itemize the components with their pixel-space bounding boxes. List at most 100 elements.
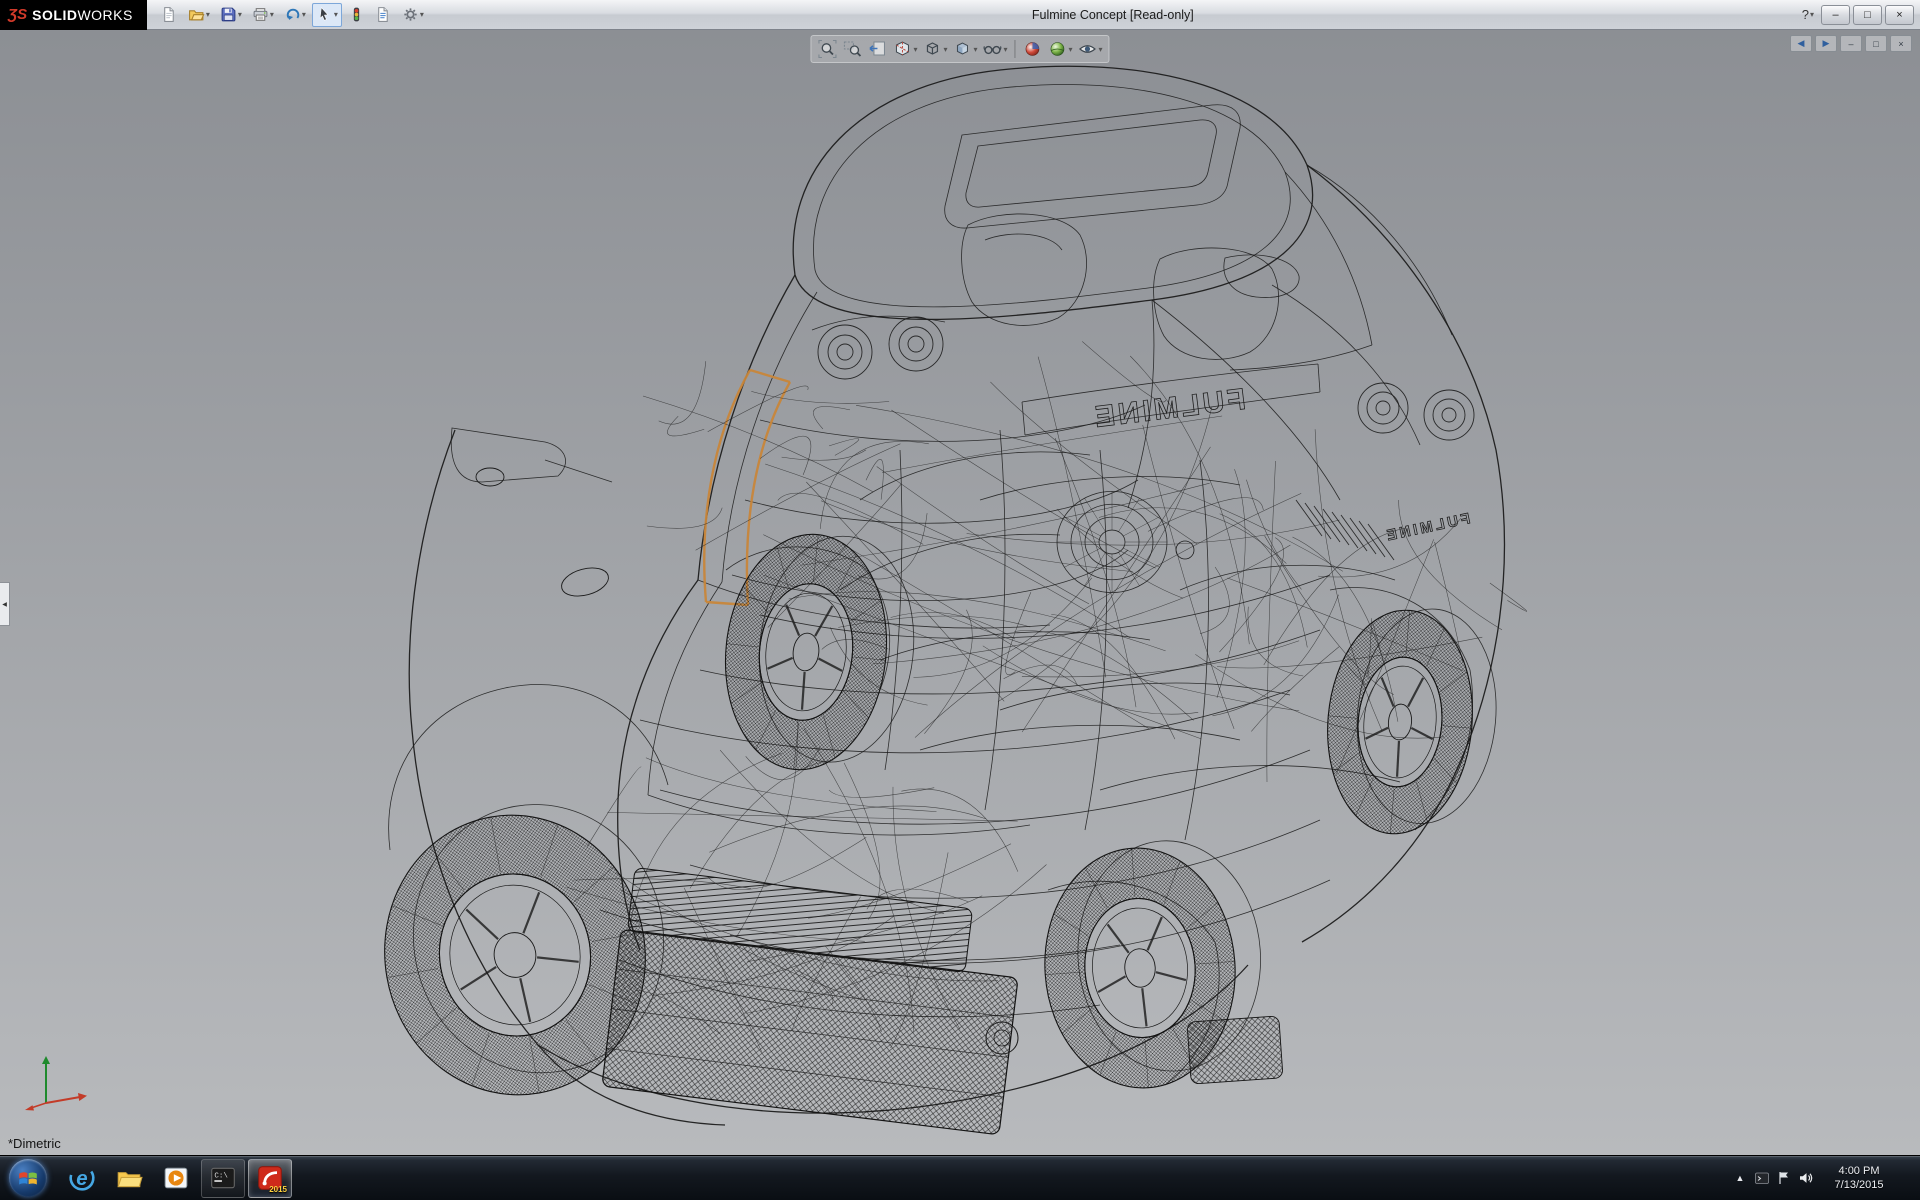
dropdown-caret-icon[interactable]: ▾ [206,10,210,19]
window-title: Fulmine Concept [Read-only] [428,8,1798,22]
tray-app-icon[interactable] [1753,1167,1771,1189]
display-style-icon [952,39,972,59]
file-explorer-taskbar-button[interactable] [107,1159,151,1198]
command-prompt-icon: C:\ [209,1164,237,1192]
options-icon [402,6,419,23]
media-player-icon [162,1164,190,1192]
new-document-button[interactable] [157,3,182,27]
display-style-button[interactable]: ▾ [950,37,979,61]
file-properties-icon [375,6,392,23]
dropdown-caret-icon[interactable]: ▾ [973,45,977,54]
model-lettering: FULMINE [1382,510,1471,545]
dropdown-caret-icon[interactable]: ▾ [334,10,338,19]
show-hidden-icons-button[interactable]: ▲ [1731,1167,1749,1189]
hide-show-items-button[interactable]: ▾ [981,37,1010,61]
titlebar: ƷS SOLIDWORKS ▾ ▾ ▾ ▾ ▾ ▾ Fulmine Concept [Re… [0,0,1920,30]
dropdown-caret-icon[interactable]: ▾ [1069,45,1073,54]
previous-view-button[interactable] [865,37,889,61]
save-button[interactable]: ▾ [216,3,246,27]
open-button[interactable]: ▾ [184,3,214,27]
view-orientation-icon [922,39,942,59]
start-button[interactable] [0,1156,56,1200]
svg-text:e: e [76,1167,87,1190]
triad-y-axis [42,1056,50,1064]
rebuild-button[interactable] [344,3,369,27]
file-properties-button[interactable] [371,3,396,27]
graphics-viewport: FULMINEFULMINE ▾▾▾▾▾▾ ◀▶–□× ◀ *Dimetric [0,30,1920,1155]
previous-document-button[interactable]: ◀ [1790,35,1812,52]
section-view-icon [892,39,912,59]
clock-date: 7/13/2015 [1823,1178,1895,1192]
print-icon [252,6,269,23]
featuremanager-collapse-tab[interactable]: ◀ [0,582,10,626]
dropdown-caret-icon[interactable]: ▾ [270,10,274,19]
solidworks-2015-taskbar-button[interactable]: 2015 [248,1159,292,1198]
maximize-window-button[interactable]: □ [1853,5,1882,25]
solidworks-logo-text: SOLIDWORKS [32,7,133,23]
toolbar-separator [1015,40,1016,58]
dropdown-caret-icon[interactable]: ▾ [1099,45,1103,54]
view-orientation-button[interactable]: ▾ [920,37,949,61]
zoom-to-fit-button[interactable] [815,37,839,61]
window-controls: ?▾ –□× [1798,5,1914,25]
save-icon [220,6,237,23]
zoom-to-fit-icon [817,39,837,59]
apply-scene-button[interactable]: ▾ [1046,37,1075,61]
dropdown-caret-icon[interactable]: ▾ [238,10,242,19]
minimize-document-button[interactable]: – [1840,35,1862,52]
select-button[interactable]: ▾ [312,3,342,27]
edit-appearance-button[interactable] [1021,37,1045,61]
restore-document-button[interactable]: □ [1865,35,1887,52]
system-tray: ▲ 4:00 PM 7/13/2015 [1731,1156,1920,1200]
wireframe-model-canvas[interactable]: FULMINEFULMINE [0,30,1920,1155]
view-orientation-label: *Dimetric [8,1136,61,1151]
select-icon [316,6,333,23]
dropdown-caret-icon[interactable]: ▾ [1004,45,1008,54]
minimize-window-button[interactable]: – [1821,5,1850,25]
windows-orb-icon [9,1159,47,1197]
undo-button[interactable]: ▾ [280,3,310,27]
print-button[interactable]: ▾ [248,3,278,27]
heads-up-view-toolbar: ▾ ▾ ▾ ▾ ▾ ▾ [810,35,1109,63]
previous-view-icon [867,39,887,59]
document-window-controls: ◀▶–□× [1790,35,1912,52]
zoom-to-area-icon [842,39,862,59]
dropdown-caret-icon: ▾ [1810,10,1814,19]
taskbar-items: e C:\ 2015 [60,1156,292,1200]
dropdown-caret-icon[interactable]: ▾ [420,10,424,19]
undo-icon [284,6,301,23]
hide-show-items-icon [983,39,1003,59]
help-button[interactable]: ?▾ [1798,7,1818,22]
solidworks-logo: ƷS SOLIDWORKS [0,0,147,30]
internet-explorer-taskbar-button[interactable]: e [60,1159,104,1198]
options-button[interactable]: ▾ [398,3,428,27]
zoom-to-area-button[interactable] [840,37,864,61]
solidworks-logo-mark: ƷS [8,6,27,23]
edit-appearance-icon [1023,39,1043,59]
apply-scene-icon [1048,39,1068,59]
file-explorer-icon [115,1164,143,1192]
media-player-taskbar-button[interactable] [154,1159,198,1198]
section-view-button[interactable]: ▾ [890,37,919,61]
taskbar: e C:\ 2015 ▲ 4:00 PM 7/13/2015 [0,1155,1920,1200]
next-document-button[interactable]: ▶ [1815,35,1837,52]
dropdown-caret-icon[interactable]: ▾ [943,45,947,54]
close-window-button[interactable]: × [1885,5,1914,25]
volume-icon[interactable] [1797,1167,1815,1189]
open-icon [188,6,205,23]
command-prompt-taskbar-button[interactable]: C:\ [201,1159,245,1198]
collapse-arrow-icon: ◀ [2,601,7,608]
view-settings-button[interactable]: ▾ [1076,37,1105,61]
new-document-icon [161,6,178,23]
internet-explorer-icon: e [68,1164,96,1192]
action-center-flag-icon[interactable] [1775,1167,1793,1189]
clock[interactable]: 4:00 PM 7/13/2015 [1819,1164,1899,1192]
view-settings-icon [1078,39,1098,59]
clock-time: 4:00 PM [1823,1164,1895,1178]
triad-z-axis [25,1105,34,1110]
orientation-triad [22,1047,94,1113]
dropdown-caret-icon[interactable]: ▾ [302,10,306,19]
close-document-button[interactable]: × [1890,35,1912,52]
rebuild-icon [348,6,365,23]
dropdown-caret-icon[interactable]: ▾ [913,45,917,54]
